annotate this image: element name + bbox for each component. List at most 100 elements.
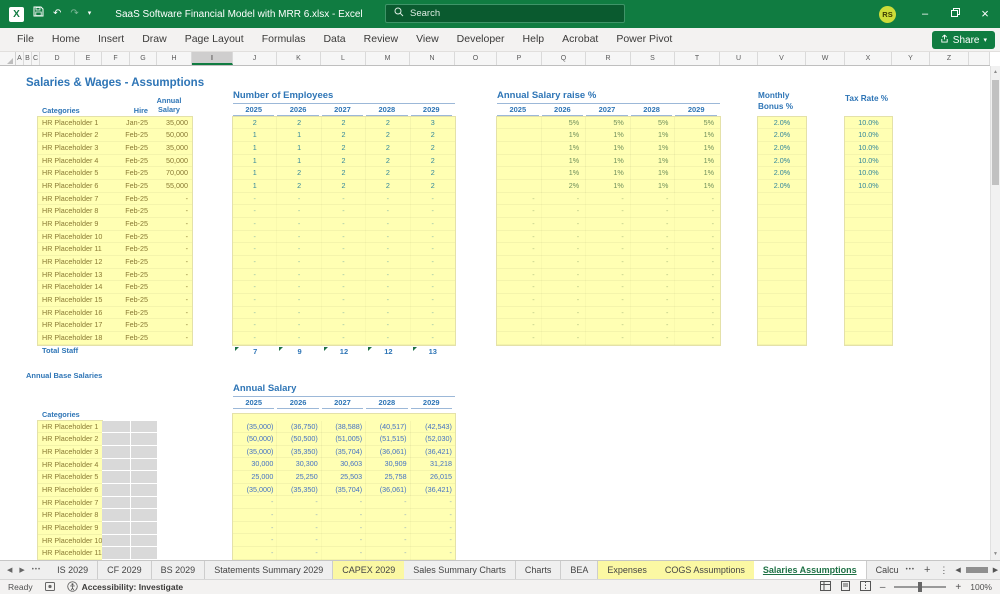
cell-annual-salary[interactable]: 35,000 (166, 117, 188, 130)
cell[interactable]: 2 (366, 142, 410, 155)
sheet-tab-is-2029[interactable]: IS 2029 (48, 561, 98, 579)
cell[interactable]: 10.0% (845, 167, 892, 180)
cell[interactable]: 1 (233, 142, 277, 155)
cell[interactable]: (35,000) (233, 421, 277, 434)
cell[interactable]: (38,588) (322, 421, 366, 434)
cell[interactable] (497, 180, 542, 193)
tax-section-title[interactable]: Tax Rate % (845, 93, 888, 104)
column-header-A[interactable]: A (16, 52, 24, 65)
column-header-X[interactable]: X (845, 52, 892, 65)
cell-annual-salary[interactable]: 70,000 (166, 167, 188, 180)
cell[interactable]: (40,517) (366, 421, 410, 434)
cell-hire-date[interactable]: Feb-25 (106, 205, 148, 218)
horizontal-scroll-thumb[interactable] (966, 567, 988, 573)
close-button[interactable]: × (970, 0, 1000, 28)
cell[interactable]: (35,350) (277, 446, 321, 459)
cell[interactable]: 2 (322, 142, 366, 155)
cell[interactable]: - (497, 294, 542, 307)
cell-annual-salary[interactable]: - (186, 332, 188, 345)
cell-category[interactable]: HR Placeholder 15 (42, 294, 102, 307)
cell[interactable]: (50,500) (277, 433, 321, 446)
cell[interactable] (758, 319, 806, 332)
cell[interactable]: - (366, 231, 410, 244)
cell[interactable]: 25,758 (366, 471, 410, 484)
cell[interactable]: - (366, 205, 410, 218)
cell[interactable]: 2 (366, 129, 410, 142)
cell[interactable]: - (631, 231, 676, 244)
cell[interactable]: - (322, 269, 366, 282)
cell-category[interactable]: HR Placeholder 1 (42, 117, 98, 130)
cell[interactable]: (51,515) (366, 433, 410, 446)
hscroll-left-icon[interactable]: ◀ (955, 566, 960, 574)
cell[interactable]: - (411, 205, 455, 218)
cell[interactable]: - (586, 243, 631, 256)
cell[interactable]: 1 (233, 180, 277, 193)
cell-annual-salary[interactable]: - (186, 218, 188, 231)
cell[interactable]: - (277, 281, 321, 294)
column-header-Q[interactable]: Q (542, 52, 586, 65)
ribbon-tab-formulas[interactable]: Formulas (253, 28, 315, 51)
cell-annual-salary[interactable]: - (186, 269, 188, 282)
cell[interactable]: - (277, 509, 321, 522)
cell-hire-date[interactable]: Feb-25 (106, 332, 148, 345)
cell[interactable]: - (233, 218, 277, 231)
column-header-W[interactable]: W (806, 52, 845, 65)
cell[interactable]: - (233, 332, 277, 345)
cell[interactable]: - (675, 243, 720, 256)
cell[interactable]: - (277, 193, 321, 206)
vertical-scroll-thumb[interactable] (992, 80, 999, 185)
cell[interactable]: 1 (233, 129, 277, 142)
cell[interactable]: 1% (631, 142, 676, 155)
accessibility-status[interactable]: Accessibility: Investigate (67, 581, 184, 594)
column-header-Y[interactable]: Y (892, 52, 930, 65)
cell[interactable] (845, 243, 892, 256)
cell[interactable]: (35,000) (233, 484, 277, 497)
account-avatar[interactable]: RS (879, 6, 896, 23)
cell[interactable]: - (586, 205, 631, 218)
cell[interactable]: - (233, 294, 277, 307)
cell[interactable]: 1% (542, 129, 587, 142)
cell-annual-salary[interactable]: - (186, 205, 188, 218)
cell[interactable]: - (277, 243, 321, 256)
cell[interactable] (845, 193, 892, 206)
column-header-J[interactable]: J (233, 52, 277, 65)
cell[interactable]: 2 (322, 167, 366, 180)
cell-hire-date[interactable]: Feb-25 (106, 256, 148, 269)
ribbon-tab-help[interactable]: Help (514, 28, 554, 51)
cell[interactable]: 2 (277, 180, 321, 193)
cell[interactable]: - (586, 281, 631, 294)
cell[interactable] (497, 167, 542, 180)
cell[interactable]: 1% (631, 129, 676, 142)
cell[interactable]: 5% (542, 117, 587, 130)
cell-category[interactable]: HR Placeholder 6 (42, 180, 98, 193)
select-all-corner[interactable] (0, 52, 16, 65)
cell[interactable]: - (675, 193, 720, 206)
column-header-I[interactable]: I (192, 52, 233, 65)
tab-scroll-right-icon[interactable]: ▶ (19, 566, 24, 574)
cell[interactable]: - (411, 281, 455, 294)
cell[interactable]: 10.0% (845, 180, 892, 193)
sheet-tab-cf-2029[interactable]: CF 2029 (98, 561, 152, 579)
cell-hire-date[interactable]: Feb-25 (106, 167, 148, 180)
cell[interactable]: - (675, 205, 720, 218)
cell[interactable]: (36,421) (411, 484, 455, 497)
cell[interactable]: - (542, 269, 587, 282)
cell[interactable]: - (542, 193, 587, 206)
cell-category[interactable]: HR Placeholder 18 (42, 332, 102, 345)
cell-category[interactable]: HR Placeholder 4 (42, 155, 98, 168)
restore-button[interactable] (940, 0, 970, 28)
cell[interactable]: 5% (675, 117, 720, 130)
cell[interactable]: - (675, 281, 720, 294)
cell[interactable] (845, 218, 892, 231)
column-header-O[interactable]: O (455, 52, 497, 65)
cell[interactable]: - (366, 319, 410, 332)
cell[interactable]: - (322, 231, 366, 244)
cell[interactable]: - (277, 269, 321, 282)
cell[interactable]: - (631, 294, 676, 307)
cell[interactable]: (35,704) (322, 484, 366, 497)
cell[interactable]: 2 (411, 155, 455, 168)
cell[interactable]: - (411, 256, 455, 269)
cell[interactable]: - (411, 231, 455, 244)
cell-category[interactable]: HR Placeholder 5 (38, 471, 102, 484)
cell[interactable]: - (586, 218, 631, 231)
